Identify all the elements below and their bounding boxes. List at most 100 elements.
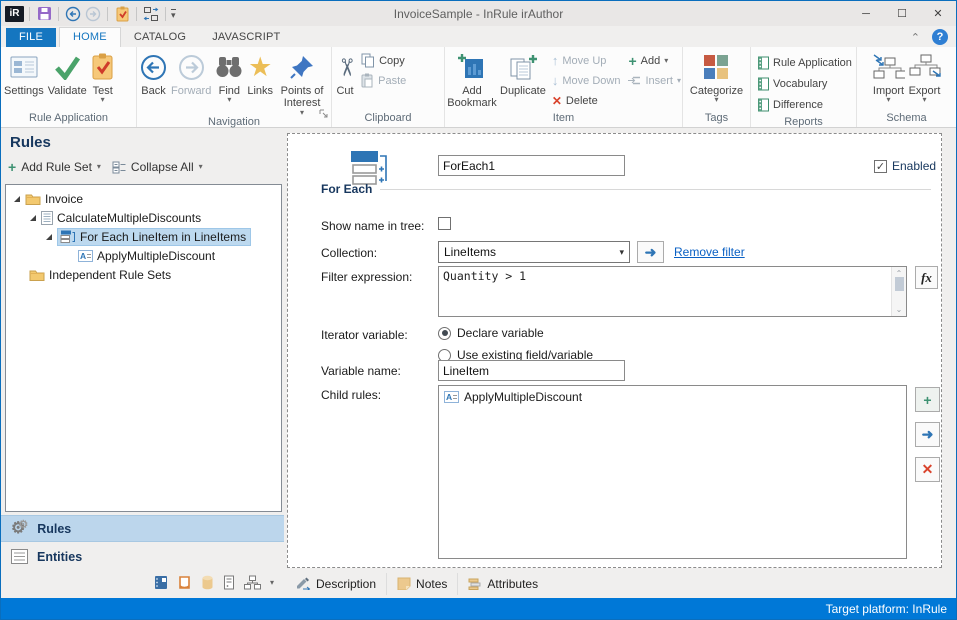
- forward-icon: [84, 5, 102, 23]
- delete-child-rule-button[interactable]: ✕: [915, 457, 940, 482]
- expression-editor-button[interactable]: fx: [915, 266, 938, 289]
- sidebar-nav-entities[interactable]: Entities: [1, 543, 284, 570]
- data-cylinder-icon[interactable]: [201, 575, 214, 590]
- add-child-rule-button[interactable]: +: [915, 387, 940, 412]
- duplicate-button[interactable]: Duplicate: [498, 49, 548, 112]
- paste-icon: [361, 73, 374, 88]
- tree-item-calculate-multiple-discounts[interactable]: CalculateMultipleDiscounts: [6, 208, 281, 227]
- variable-name-label: Variable name:: [321, 364, 401, 378]
- rule-name-input[interactable]: [438, 155, 625, 176]
- attributes-tab[interactable]: Attributes: [458, 573, 548, 595]
- declare-variable-radio[interactable]: Declare variable: [438, 326, 544, 340]
- child-rule-item[interactable]: A ApplyMultipleDiscount: [444, 390, 901, 404]
- tab-javascript[interactable]: JAVASCRIPT: [199, 28, 293, 47]
- report-icon: [756, 98, 769, 112]
- gears-icon: ⚙⚙: [11, 522, 28, 536]
- goto-collection-button[interactable]: ➜: [637, 241, 664, 263]
- tree-item-invoice[interactable]: Invoice: [6, 189, 281, 208]
- import-button[interactable]: Import ▾: [871, 49, 907, 112]
- child-rules-list[interactable]: A ApplyMultipleDiscount: [438, 385, 907, 559]
- filter-expression-input[interactable]: Quantity > 1: [439, 267, 891, 316]
- back-button[interactable]: Back: [138, 49, 169, 116]
- links-button[interactable]: ★ Links: [245, 49, 275, 116]
- tree-item-independent-rule-sets[interactable]: Independent Rule Sets: [6, 265, 281, 284]
- test-clipboard-icon[interactable]: [113, 5, 131, 23]
- description-tab[interactable]: Description: [285, 573, 387, 595]
- add-button[interactable]: + Add ▾: [626, 52, 683, 69]
- app-logo-icon[interactable]: iR: [5, 6, 24, 22]
- folder-icon: [29, 269, 45, 281]
- collapse-ribbon-icon[interactable]: ⌃: [911, 31, 920, 44]
- chevron-down-icon: ▾: [619, 247, 624, 258]
- org-chart-icon[interactable]: [244, 575, 261, 590]
- tree-item-foreach[interactable]: For Each LineItem in LineItems: [6, 227, 281, 246]
- scroll-down-icon[interactable]: ⌄: [896, 305, 903, 314]
- save-icon[interactable]: [35, 5, 53, 23]
- schema-compare-icon[interactable]: [142, 5, 160, 23]
- scrollbar[interactable]: ⌃ ⌄: [891, 267, 906, 316]
- scroll-thumb[interactable]: [895, 277, 904, 291]
- tab-catalog[interactable]: CATALOG: [121, 28, 199, 47]
- fx-icon: fx: [921, 270, 932, 286]
- customize-quick-access-icon[interactable]: ▾: [171, 9, 176, 19]
- remove-filter-link[interactable]: Remove filter: [674, 245, 745, 259]
- collection-dropdown[interactable]: LineItems ▾: [438, 241, 630, 263]
- divider: [136, 7, 137, 21]
- chevron-down-icon[interactable]: ▾: [97, 164, 101, 170]
- tab-file[interactable]: FILE: [6, 28, 56, 47]
- chevron-down-icon: ▾: [101, 97, 105, 103]
- difference-report-button[interactable]: Difference: [754, 96, 854, 113]
- rule-application-report-button[interactable]: Rule Application: [754, 54, 854, 71]
- template-scroll-icon[interactable]: [177, 575, 192, 590]
- minimize-button[interactable]: ─: [848, 2, 884, 26]
- delete-button[interactable]: ✕ Delete: [550, 92, 623, 109]
- add-rule-set-button[interactable]: Add Rule Set: [21, 160, 92, 174]
- main-content: Rules + Add Rule Set ▾ Collapse All ▾ In…: [1, 128, 956, 598]
- close-button[interactable]: ✕: [920, 2, 956, 26]
- dialog-launcher-icon[interactable]: [319, 105, 328, 123]
- chevron-down-icon[interactable]: ▾: [270, 580, 274, 586]
- validate-check-icon: [53, 51, 81, 83]
- maximize-button[interactable]: ☐: [884, 2, 920, 26]
- window-controls: ─ ☐ ✕: [848, 2, 956, 26]
- notes-tab[interactable]: Notes: [387, 573, 458, 595]
- back-icon[interactable]: [64, 5, 82, 23]
- vocabulary-book-icon[interactable]: [153, 575, 168, 590]
- help-icon[interactable]: ?: [932, 29, 948, 45]
- show-name-checkbox[interactable]: [438, 217, 451, 230]
- validate-button[interactable]: Validate: [46, 49, 89, 112]
- test-button[interactable]: Test ▾: [89, 49, 117, 112]
- endpoint-server-icon[interactable]: [223, 575, 235, 590]
- add-bookmark-button[interactable]: Add Bookmark: [446, 49, 498, 112]
- settings-button[interactable]: Settings: [2, 49, 46, 112]
- copy-button[interactable]: Copy: [359, 52, 408, 69]
- rule-icon: A: [78, 250, 93, 262]
- ribbon-group-schema: Import ▾ Export ▾ Schema: [857, 47, 956, 127]
- chevron-down-icon: ▾: [922, 97, 926, 103]
- chevron-down-icon: ▾: [227, 97, 231, 103]
- tree-item-apply-multiple-discount[interactable]: A ApplyMultipleDiscount: [6, 246, 281, 265]
- collapse-all-button[interactable]: Collapse All: [131, 160, 194, 174]
- tab-home[interactable]: HOME: [59, 27, 121, 47]
- enabled-checkbox[interactable]: [874, 160, 887, 173]
- rule-tree: Invoice CalculateMultipleDiscounts For E…: [5, 184, 282, 512]
- variable-name-input[interactable]: [438, 360, 625, 381]
- radio-selected-icon: [438, 327, 451, 340]
- cut-button[interactable]: ✂ Cut: [333, 49, 357, 112]
- goto-child-rule-button[interactable]: ➜: [915, 422, 940, 447]
- chevron-down-icon[interactable]: ▾: [199, 164, 203, 170]
- vocabulary-report-button[interactable]: Vocabulary: [754, 75, 854, 92]
- foreach-icon: [60, 230, 76, 243]
- categorize-button[interactable]: Categorize ▾: [688, 49, 745, 112]
- quick-access-toolbar: iR ▾: [1, 5, 176, 23]
- enabled-checkbox-group: Enabled: [874, 159, 936, 173]
- sidebar-nav-rules[interactable]: ⚙⚙ Rules: [1, 515, 284, 542]
- sticky-note-icon: [397, 577, 411, 590]
- categorize-squares-icon: [703, 51, 729, 83]
- ribbon-tab-row: FILE HOME CATALOG JAVASCRIPT ⌃ ?: [1, 26, 956, 47]
- chevron-down-icon: ▾: [714, 97, 718, 103]
- find-button[interactable]: Find ▾: [213, 49, 245, 116]
- export-button[interactable]: Export ▾: [907, 49, 943, 112]
- arrow-right-icon: ➜: [645, 244, 657, 261]
- forward-icon: [178, 51, 205, 83]
